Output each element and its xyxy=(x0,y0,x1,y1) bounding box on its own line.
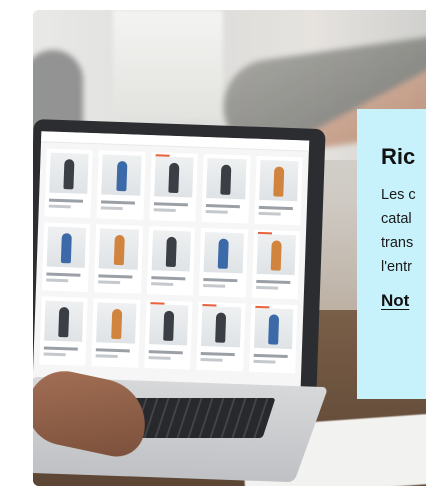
course-grid xyxy=(33,142,309,379)
panel-line: Les c xyxy=(381,187,416,203)
course-tile xyxy=(39,296,89,366)
background-window xyxy=(113,10,223,120)
course-tile xyxy=(253,155,303,226)
course-tile xyxy=(248,303,298,374)
course-tile xyxy=(41,222,91,292)
panel-text: Les c catal trans l'entr xyxy=(381,183,426,279)
panel-title: Ric xyxy=(381,144,416,169)
course-tile xyxy=(144,300,193,370)
panel-link[interactable]: Not xyxy=(381,291,409,311)
panel-line: trans xyxy=(381,235,414,251)
course-tile xyxy=(201,153,251,224)
course-tile xyxy=(196,301,246,372)
laptop xyxy=(33,118,326,402)
course-tile xyxy=(94,224,143,294)
panel-line: l'entr xyxy=(381,259,412,275)
info-panel: Ric Les c catal trans l'entr Not xyxy=(357,109,426,399)
course-tile xyxy=(198,227,248,298)
course-tile xyxy=(146,226,196,296)
course-tile xyxy=(91,298,141,368)
panel-line: catal xyxy=(381,211,412,227)
course-tile xyxy=(96,150,146,220)
laptop-screen xyxy=(33,131,310,391)
course-tile xyxy=(149,152,198,222)
course-tile xyxy=(44,148,94,219)
course-tile xyxy=(251,229,301,300)
